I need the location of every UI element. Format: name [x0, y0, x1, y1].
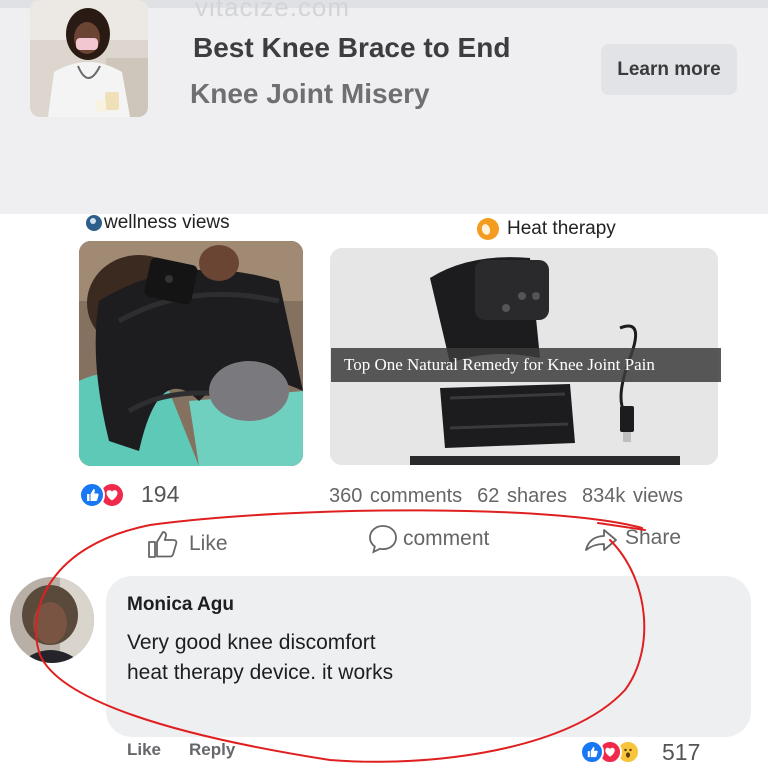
- ad-thumbnail-image[interactable]: [30, 0, 148, 117]
- comment-reaction-count[interactable]: 517: [662, 739, 700, 766]
- comments-count[interactable]: 360 comments: [329, 485, 462, 508]
- page-name: Heat therapy: [507, 218, 616, 239]
- ad-watermark: vitacize.com: [195, 0, 351, 22]
- heat-therapy-logo-icon: [477, 218, 499, 240]
- learn-more-button[interactable]: Learn more: [601, 44, 737, 95]
- shares-count[interactable]: 62 shares: [477, 485, 567, 508]
- like-label: Like: [189, 532, 228, 555]
- comment-bubble-icon: [369, 525, 397, 554]
- share-button[interactable]: Share: [583, 523, 681, 553]
- page-label-heat-therapy[interactable]: Heat therapy: [477, 218, 616, 240]
- share-arrow-icon: [585, 529, 617, 551]
- comment-button[interactable]: comment: [367, 523, 489, 555]
- share-label: Share: [625, 526, 682, 549]
- like-reaction-icon: [79, 482, 105, 508]
- comment-reaction-icons[interactable]: [580, 740, 640, 764]
- page-name: wellness views: [104, 212, 230, 233]
- comment-label: comment: [403, 527, 490, 550]
- reaction-count[interactable]: 194: [141, 481, 179, 508]
- ad-headline-line-1[interactable]: Best Knee Brace to End: [193, 32, 510, 64]
- like-reaction-icon: [580, 740, 604, 764]
- post-stats: 360 comments 62 shares 834k views: [329, 485, 683, 508]
- image-caption-overlay: Top One Natural Remedy for Knee Joint Pa…: [331, 348, 721, 382]
- thumbs-up-icon: [148, 531, 178, 558]
- comment-like-button[interactable]: Like: [127, 740, 161, 760]
- comment-text-line-2: heat therapy device. it works: [127, 661, 394, 684]
- page-label-wellness-views[interactable]: wellness views: [86, 212, 230, 234]
- commenter-avatar[interactable]: [10, 577, 94, 663]
- sponsored-ad-banner[interactable]: vitacize.com Best Knee Brace to End Knee…: [0, 0, 768, 214]
- comment-author-name[interactable]: Monica Agu: [127, 594, 234, 616]
- knee-brace-photo[interactable]: [79, 241, 303, 466]
- globe-icon: [86, 215, 102, 231]
- ad-headline-line-2[interactable]: Knee Joint Misery: [190, 78, 430, 110]
- reaction-icons[interactable]: [79, 482, 125, 508]
- comment-text-line-1: Very good knee discomfort: [127, 631, 376, 654]
- views-count: 834k views: [582, 485, 683, 507]
- comment-reply-button[interactable]: Reply: [189, 740, 235, 760]
- like-button[interactable]: Like: [147, 529, 228, 559]
- comment-text: Very good knee discomfort heat therapy d…: [127, 628, 647, 688]
